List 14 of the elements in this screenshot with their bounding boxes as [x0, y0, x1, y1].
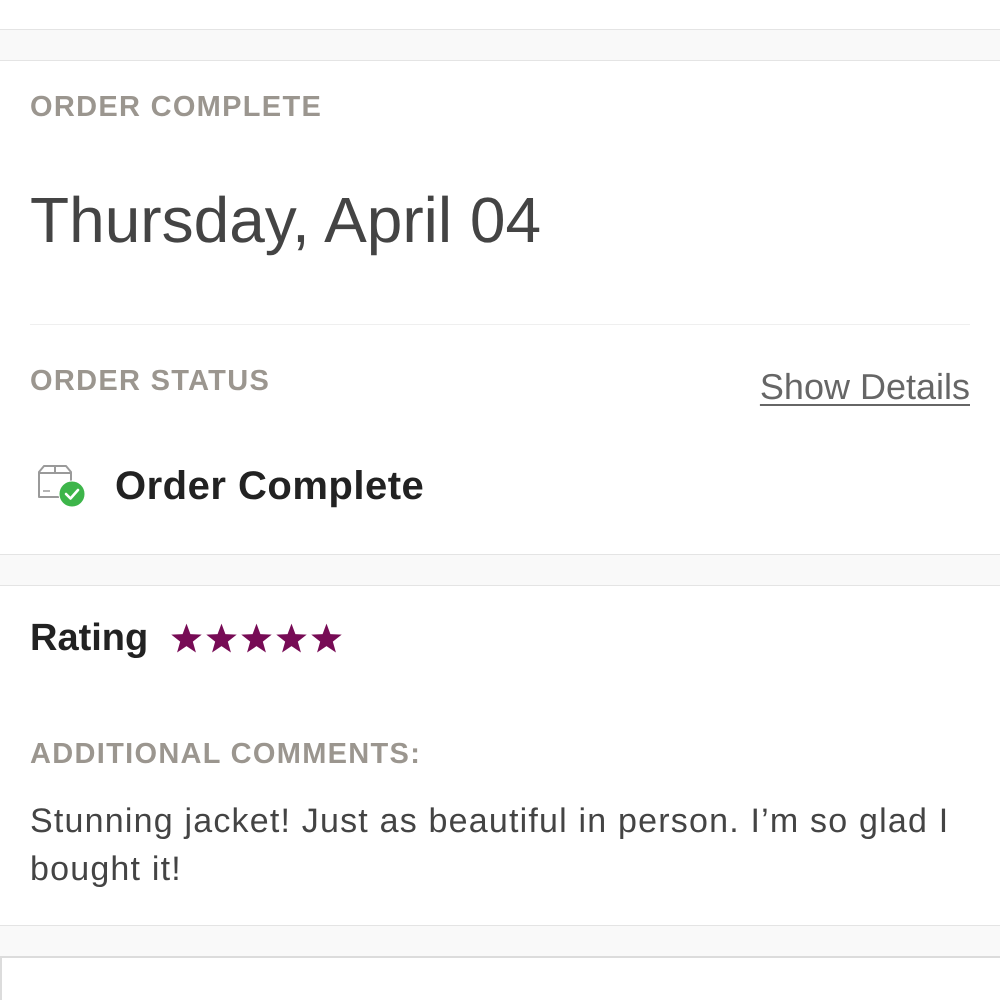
order-date: Thursday, April 04	[30, 185, 542, 255]
star-icon	[275, 622, 308, 654]
star-icon	[240, 622, 274, 654]
order-status: Order Complete	[115, 463, 424, 509]
star-icon	[170, 622, 204, 654]
review-comment: Stunning jacket! Just as beautiful in person. I’m so glad I bought it!	[30, 801, 950, 890]
status-label: ORDER STATUS	[30, 364, 270, 399]
package-check-icon	[36, 464, 86, 508]
order-heading: ORDER COMPLETE	[30, 90, 322, 125]
star-icon	[205, 622, 238, 654]
rating-label: Rating	[30, 616, 148, 661]
star-icon	[310, 622, 344, 654]
show-details-link[interactable]: Show Details	[760, 367, 970, 407]
comments-label: ADDITIONAL COMMENTS:	[30, 737, 422, 772]
